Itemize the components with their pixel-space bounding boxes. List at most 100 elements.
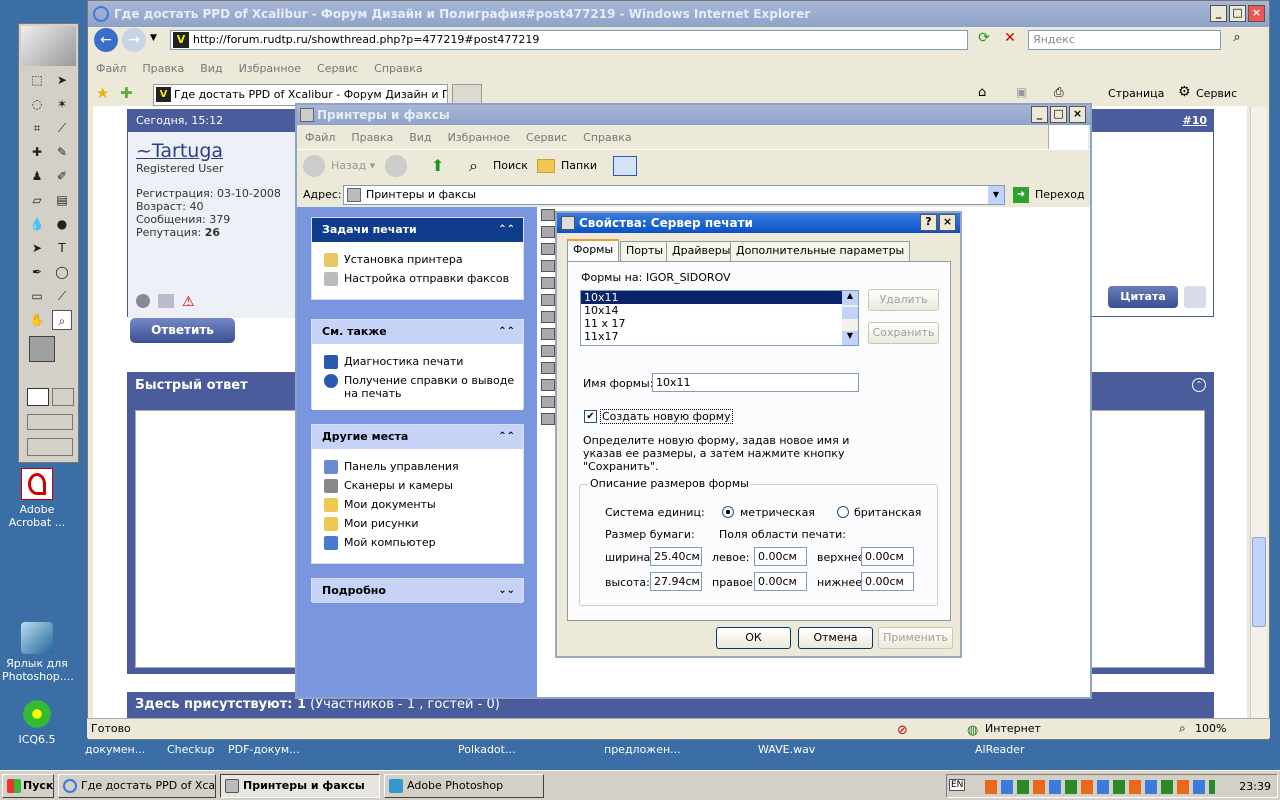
dodge-tool-icon[interactable]: ● (52, 214, 72, 234)
marquee-tool-icon[interactable]: ⬚ (27, 70, 47, 90)
zoom-icon[interactable]: ⌕ (1179, 719, 1186, 738)
report-warning-icon[interactable]: ⚠ (182, 294, 195, 310)
tab-drivers[interactable]: Драйверы (666, 241, 737, 261)
eraser-tool-icon[interactable]: ▱ (27, 190, 47, 210)
lasso-tool-icon[interactable]: ◌ (27, 94, 47, 114)
other-places-header[interactable]: Другие места ⌃⌃ (312, 425, 523, 449)
dialog-titlebar[interactable]: Свойства: Сервер печати ? × (557, 213, 960, 233)
create-new-checkbox[interactable]: ✔ (584, 410, 597, 423)
quickmask-mode-icon[interactable] (52, 388, 74, 406)
menu-item[interactable]: Вид (200, 62, 222, 75)
stop-button[interactable]: ✕ (1000, 30, 1020, 50)
vertical-scrollbar[interactable] (1250, 107, 1267, 719)
language-indicator[interactable]: EN (949, 779, 966, 791)
ok-button[interactable]: ОК (716, 627, 791, 649)
zoom-tool-icon[interactable]: ⌕ (52, 310, 72, 330)
notes-tool-icon[interactable]: ▭ (27, 286, 47, 306)
scroll-up-icon[interactable]: ▲ (842, 291, 858, 305)
add-favorite-icon[interactable]: ✚ (120, 84, 133, 102)
address-field[interactable]: Принтеры и факсы ▼ (343, 185, 1005, 205)
details-header[interactable]: Подробно ⌄⌄ (312, 579, 523, 603)
printer-icon[interactable] (541, 379, 555, 391)
list-scrollbar[interactable]: ▲ ▼ (842, 291, 858, 345)
minimize-button[interactable]: _ (1210, 5, 1227, 22)
left-margin-input[interactable]: 0.00см (754, 547, 807, 566)
desktop-label[interactable]: AlReader (975, 743, 1025, 756)
desktop-label[interactable]: предложен... (604, 743, 681, 756)
printer-icon[interactable] (541, 226, 555, 238)
list-item[interactable]: 10x11 (581, 291, 843, 304)
menu-item[interactable]: Файл (305, 131, 335, 144)
taskbar-printers[interactable]: Принтеры и факсы (220, 774, 380, 798)
quote-button[interactable]: Цитата (1108, 286, 1178, 308)
collapse-icon[interactable]: ⌃ (1192, 378, 1206, 392)
healing-brush-icon[interactable]: ✚ (27, 142, 47, 162)
apply-button[interactable]: Применить (878, 627, 953, 649)
menu-item[interactable]: Справка (583, 131, 631, 144)
menu-item[interactable]: Избранное (448, 131, 510, 144)
scroll-down-icon[interactable]: ▼ (842, 331, 858, 345)
back-button[interactable]: ← (94, 28, 118, 52)
width-input[interactable]: 25.40см (650, 547, 702, 566)
close-button[interactable]: × (1069, 106, 1086, 123)
menu-item[interactable]: Правка (142, 62, 184, 75)
popup-blocked-icon[interactable]: ⊘ (897, 721, 908, 740)
chevron-down-icon[interactable]: ⌄⌄ (498, 579, 515, 603)
pen-tool-icon[interactable]: ✒ (27, 262, 47, 282)
form-name-input[interactable]: 10x11 (652, 373, 859, 392)
chevron-up-icon[interactable]: ⌃⌃ (498, 218, 515, 242)
task-add-printer[interactable]: Установка принтера (312, 250, 523, 269)
print-tasks-header[interactable]: Задачи печати ⌃⌃ (312, 218, 523, 242)
path-select-icon[interactable]: ➤ (27, 238, 47, 258)
minimize-button[interactable]: _ (1031, 106, 1048, 123)
task-help-printing[interactable]: Получение справки о выводе на печать (312, 371, 523, 402)
desktop-icon-photoshop-shortcut[interactable]: Ярлык для Photoshop.... (2, 622, 74, 683)
menu-item[interactable]: Сервис (317, 62, 358, 75)
place-scanners[interactable]: Сканеры и камеры (312, 476, 523, 495)
search-input[interactable]: Яндекс (1028, 30, 1221, 50)
chevron-down-icon[interactable]: ▼ (988, 186, 1004, 204)
place-my-computer[interactable]: Мой компьютер (312, 533, 523, 552)
bottom-margin-input[interactable]: 0.00см (861, 572, 914, 591)
jump-to-imageready-icon[interactable] (27, 438, 73, 456)
list-item[interactable]: 11x17 (581, 330, 858, 343)
printer-icon[interactable] (541, 277, 555, 289)
desktop-label[interactable]: докумен... (85, 743, 145, 756)
see-also-header[interactable]: См. также ⌃⌃ (312, 320, 523, 344)
search-icon[interactable]: ⌕ (1226, 30, 1248, 50)
history-brush-icon[interactable]: ✐ (52, 166, 72, 186)
chevron-up-icon[interactable]: ⌃⌃ (498, 320, 515, 344)
tools-menu[interactable]: Сервис (1196, 87, 1237, 100)
imperial-radio[interactable] (837, 506, 849, 518)
forward-button[interactable]: → (122, 28, 146, 52)
folders-button[interactable]: Папки (537, 155, 597, 177)
menu-item[interactable]: Справка (374, 62, 422, 75)
post-number[interactable]: #10 (1182, 110, 1207, 132)
eyedropper-icon[interactable]: ⟋ (52, 286, 72, 306)
tab-forms[interactable]: Формы (567, 239, 620, 261)
menu-item[interactable]: Сервис (526, 131, 567, 144)
ie-titlebar[interactable]: Где достать PPD of Xcalibur - Форум Диза… (88, 1, 1269, 27)
user-profile-icon[interactable] (158, 294, 174, 308)
delete-button[interactable]: Удалить (868, 289, 939, 311)
up-folder-icon[interactable]: ⬆ (431, 156, 444, 175)
screen-mode-icon[interactable] (27, 414, 73, 430)
slice-tool-icon[interactable]: ⟋ (52, 118, 72, 138)
stamp-tool-icon[interactable]: ♟ (27, 166, 47, 186)
username-link[interactable]: ~Tartuga (136, 140, 290, 162)
printer-icon[interactable] (541, 396, 555, 408)
print-icon[interactable]: ⎙ (1054, 85, 1064, 100)
desktop-label[interactable]: Polkadot... (458, 743, 515, 756)
top-margin-input[interactable]: 0.00см (861, 547, 914, 566)
address-bar[interactable]: V http://forum.rudtp.ru/showthread.php?p… (170, 30, 968, 50)
save-button[interactable]: Сохранить (868, 322, 939, 344)
zoom-level[interactable]: 100% (1195, 719, 1226, 738)
gear-icon[interactable]: ⚙ (1178, 84, 1191, 100)
menu-item[interactable]: Правка (351, 131, 393, 144)
tab-advanced[interactable]: Дополнительные параметры (730, 241, 911, 261)
printer-icon[interactable] (541, 345, 555, 357)
task-troubleshoot[interactable]: Диагностика печати (312, 352, 523, 371)
printer-icon[interactable] (541, 328, 555, 340)
tab-ports[interactable]: Порты (620, 241, 670, 261)
edit-icon[interactable] (1184, 286, 1206, 308)
